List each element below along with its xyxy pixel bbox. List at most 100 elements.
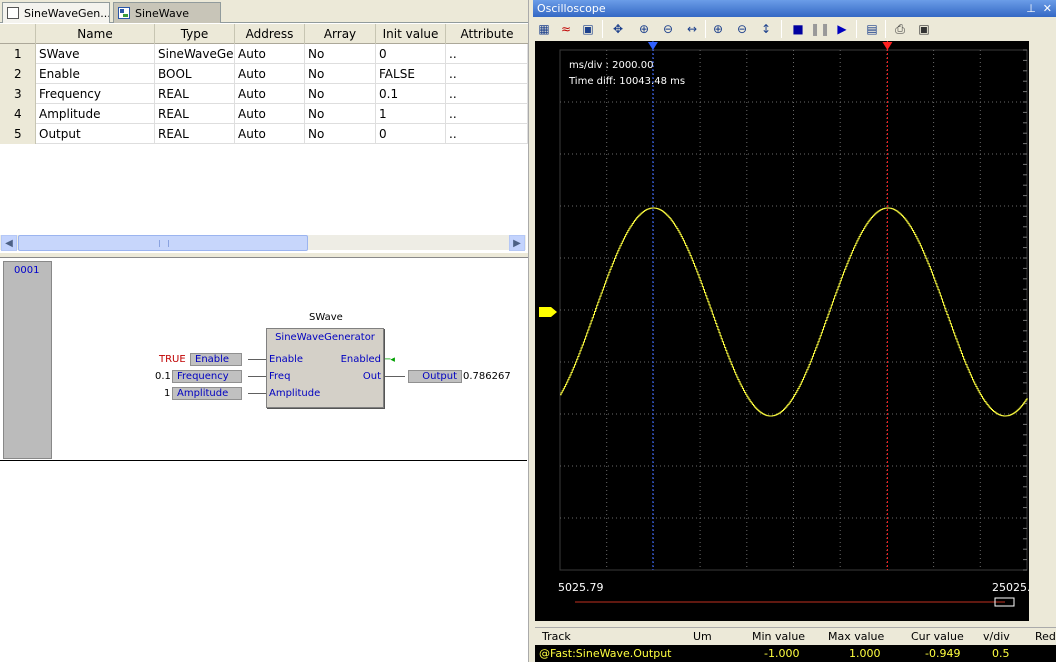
cell-init[interactable]: 0 (376, 124, 446, 144)
wire (248, 376, 266, 377)
cell-type[interactable]: SineWaveGen (155, 44, 235, 64)
output-value: 0.786267 (463, 371, 511, 382)
cell-array[interactable]: No (305, 84, 376, 104)
pin-icon[interactable]: ⊥ (1026, 2, 1036, 15)
fit-height-icon[interactable]: ↕ (756, 19, 776, 39)
column-header[interactable]: Attribute (446, 24, 528, 44)
row-number: 5 (0, 124, 36, 144)
output-variable-output[interactable]: Output (408, 370, 462, 383)
center-icon[interactable]: ✥ (608, 19, 628, 39)
close-icon[interactable]: ✕ (1043, 2, 1052, 15)
column-header[interactable]: Array (305, 24, 376, 44)
table-row[interactable]: 2 Enable BOOL Auto No FALSE.. (0, 64, 528, 84)
cell-array[interactable]: No (305, 124, 376, 144)
tab-sinewavegen[interactable]: SineWaveGen... (2, 2, 110, 23)
ms-div-label: ms/div : 2000.00 (569, 60, 654, 71)
block-type: SineWaveGenerator (275, 332, 375, 343)
amplitude-value: 1 (164, 388, 171, 399)
freq-value: 0.1 (155, 371, 171, 382)
zoom-out-icon[interactable]: ⊖ (658, 19, 678, 39)
print-icon[interactable]: ⎙ (890, 19, 910, 39)
cell-type[interactable]: BOOL (155, 64, 235, 84)
grid-icon[interactable]: ▦ (534, 19, 554, 39)
cell-attr[interactable]: .. (446, 44, 528, 64)
column-header[interactable]: Init value (376, 24, 446, 44)
cell-attr[interactable]: .. (446, 104, 528, 124)
cell-name[interactable]: Frequency (36, 84, 155, 104)
cell-init[interactable]: FALSE (376, 64, 446, 84)
tab-sinewave[interactable]: SineWave (113, 2, 221, 23)
cell-attr[interactable]: .. (446, 124, 528, 144)
tab-label: SineWave (135, 6, 189, 20)
scroll-right-icon[interactable]: ▶ (509, 235, 525, 251)
time-diff-label: Time diff: 10043.48 ms (569, 76, 686, 87)
cell-address[interactable]: Auto (235, 84, 305, 104)
zoom-x-icon[interactable]: ⊕ (708, 19, 728, 39)
cell-name[interactable]: SWave (36, 44, 155, 64)
properties-icon[interactable]: ▤ (862, 19, 882, 39)
input-variable-amplitude[interactable]: Amplitude (172, 387, 242, 400)
row-number: 4 (0, 104, 36, 124)
cell-init[interactable]: 0 (376, 44, 446, 64)
oscilloscope-right-margin (1029, 41, 1056, 621)
cell-init[interactable]: 0.1 (376, 84, 446, 104)
table-row[interactable]: 3 Frequency REAL Auto No 0.1.. (0, 84, 528, 104)
legend-track: @Fast:SineWave.Output (539, 647, 672, 660)
scroll-thumb[interactable] (18, 235, 308, 251)
legend-header-cur: Cur value (911, 630, 964, 643)
column-header[interactable]: Type (155, 24, 235, 44)
oscilloscope-toolbar: ▦ ≈ ▣ ✥ ⊕ ⊖ ↔ ⊕ ⊖ ↕ ■ ❚❚ ▶ ▤ ⎙ ▣ (533, 17, 1056, 41)
cell-name[interactable]: Amplitude (36, 104, 155, 124)
cell-address[interactable]: Auto (235, 124, 305, 144)
function-block[interactable]: SineWaveGenerator Enable Freq Amplitude … (266, 328, 384, 408)
zoom-in-icon[interactable]: ⊕ (634, 19, 654, 39)
legend-header-um: Um (693, 630, 712, 643)
cell-address[interactable]: Auto (235, 104, 305, 124)
cell-address[interactable]: Auto (235, 44, 305, 64)
rung-gutter[interactable]: 0001 (3, 261, 52, 459)
cell-array[interactable]: No (305, 44, 376, 64)
oscilloscope-plot[interactable] (535, 41, 1029, 621)
horizontal-scrollbar[interactable]: ◀ ▶ (0, 234, 526, 251)
column-header[interactable]: Name (36, 24, 155, 44)
cell-type[interactable]: REAL (155, 84, 235, 104)
legend-header-track: Track (542, 630, 571, 643)
cell-name[interactable]: Enable (36, 64, 155, 84)
stop-icon[interactable]: ■ (788, 19, 808, 39)
save-icon[interactable]: ▣ (914, 19, 934, 39)
cell-array[interactable]: No (305, 104, 376, 124)
pause-icon[interactable]: ❚❚ (810, 19, 830, 39)
trace-icon[interactable]: ≈ (556, 19, 576, 39)
cell-address[interactable]: Auto (235, 64, 305, 84)
play-icon[interactable]: ▶ (832, 19, 852, 39)
cell-array[interactable]: No (305, 64, 376, 84)
cell-type[interactable]: REAL (155, 124, 235, 144)
scroll-left-icon[interactable]: ◀ (1, 235, 17, 251)
input-variable-frequency[interactable]: Frequency (172, 370, 242, 383)
x-start-label: 5025.79 (558, 581, 604, 594)
oscilloscope-title: Oscilloscope (537, 2, 606, 15)
cell-attr[interactable]: .. (446, 64, 528, 84)
cell-attr[interactable]: .. (446, 84, 528, 104)
cell-type[interactable]: REAL (155, 104, 235, 124)
cell-name[interactable]: Output (36, 124, 155, 144)
row-number: 1 (0, 44, 36, 64)
legend-header-vdiv: v/div (983, 630, 1010, 643)
legend-row[interactable]: @Fast:SineWave.Output -1.000 1.000 -0.94… (535, 645, 1056, 662)
input-variable-enable[interactable]: Enable (190, 353, 242, 366)
ladder-icon (118, 7, 130, 19)
zero-level-marker (539, 307, 557, 317)
variable-table: Name Type Address Array Init value Attri… (0, 24, 528, 234)
table-row[interactable]: 1 SWave SineWaveGen Auto No 0.. (0, 44, 528, 64)
fit-width-icon[interactable]: ↔ (682, 19, 702, 39)
table-row[interactable]: 5 Output REAL Auto No 0.. (0, 124, 528, 144)
cell-init[interactable]: 1 (376, 104, 446, 124)
tab-label: SineWaveGen... (24, 6, 110, 20)
table-row[interactable]: 4 Amplitude REAL Auto No 1.. (0, 104, 528, 124)
oscilloscope-titlebar: Oscilloscope ⊥ ✕ (533, 0, 1056, 17)
zoom-y-icon[interactable]: ⊖ (732, 19, 752, 39)
wire (248, 393, 266, 394)
oscilloscope-screen[interactable]: ms/div : 2000.00 Time diff: 10043.48 ms … (535, 41, 1038, 621)
column-header[interactable]: Address (235, 24, 305, 44)
zoom-fit-icon[interactable]: ▣ (578, 19, 598, 39)
